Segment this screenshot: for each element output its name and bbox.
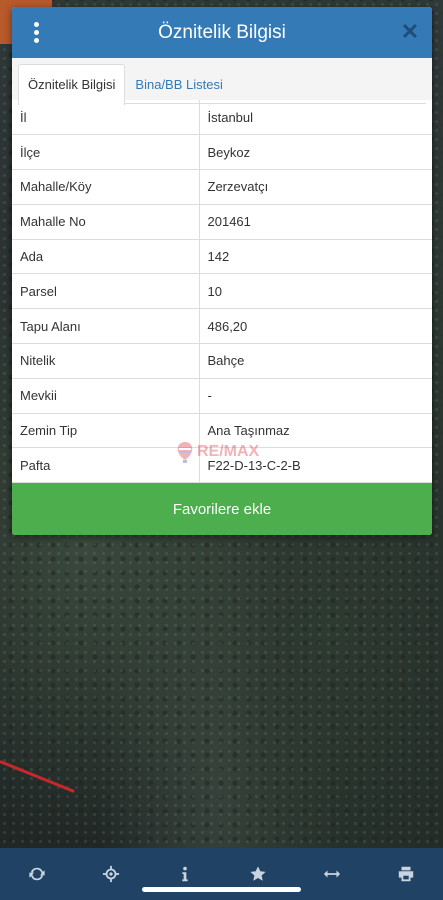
attribute-key: Zemin Tip <box>12 413 200 449</box>
attribute-value: 142 <box>199 239 432 275</box>
attribute-key: İlçe <box>12 134 200 171</box>
add-favorite-button[interactable]: Favorilere ekle <box>12 483 432 535</box>
table-row: Mevkii - <box>12 378 432 414</box>
attribute-table: İl İstanbul İlçe Beykoz Mahalle/Köy Zerzevatç… <box>12 100 432 484</box>
table-row: Parsel 10 <box>12 273 432 310</box>
tab-building-list[interactable]: Bina/BB Listesi <box>125 64 232 103</box>
attribute-value: 10 <box>199 273 432 310</box>
home-indicator[interactable] <box>142 887 301 892</box>
attribute-key: Pafta <box>12 447 200 484</box>
attribute-key: Parsel <box>12 273 200 310</box>
attribute-key: İl <box>12 100 200 136</box>
attribute-value: 201461 <box>199 204 432 240</box>
locate-icon[interactable] <box>91 854 131 894</box>
attribute-key: Tapu Alanı <box>12 308 200 345</box>
table-row: Mahalle/Köy Zerzevatçı <box>12 169 432 205</box>
table-row: Ada 142 <box>12 239 432 275</box>
attribute-value: 486,20 <box>199 308 432 345</box>
table-row: İl İstanbul <box>12 100 432 136</box>
attribute-key: Mevkii <box>12 378 200 414</box>
attribute-value: Zerzevatçı <box>199 169 432 205</box>
bottom-toolbar <box>0 848 443 900</box>
close-icon[interactable]: ✕ <box>400 20 420 44</box>
attribute-value: Bahçe <box>199 343 432 379</box>
attribute-value: İstanbul <box>199 100 432 136</box>
measure-icon[interactable] <box>312 854 352 894</box>
print-icon[interactable] <box>386 854 426 894</box>
attribute-value: F22-D-13-C-2-B <box>199 447 432 484</box>
attribute-key: Ada <box>12 239 200 275</box>
attribute-key: Nitelik <box>12 343 200 379</box>
table-row: Zemin Tip Ana Taşınmaz <box>12 413 432 449</box>
attribute-key: Mahalle No <box>12 204 200 240</box>
dialog-title: Öznitelik Bilgisi <box>158 21 286 43</box>
attribute-dialog: Öznitelik Bilgisi ✕ Öznitelik Bilgisi Bi… <box>12 7 432 535</box>
table-row: Tapu Alanı 486,20 <box>12 308 432 345</box>
table-row: Nitelik Bahçe <box>12 343 432 379</box>
refresh-icon[interactable] <box>17 854 57 894</box>
table-row: İlçe Beykoz <box>12 134 432 171</box>
attribute-value: Ana Taşınmaz <box>199 413 432 449</box>
table-row: Mahalle No 201461 <box>12 204 432 240</box>
attribute-value: - <box>199 378 432 414</box>
attribute-value: Beykoz <box>199 134 432 171</box>
table-row: Pafta F22-D-13-C-2-B <box>12 447 432 484</box>
tab-attribute-info[interactable]: Öznitelik Bilgisi <box>18 64 126 105</box>
kebab-menu-icon[interactable] <box>26 20 46 44</box>
attribute-key: Mahalle/Köy <box>12 169 200 205</box>
dialog-header: Öznitelik Bilgisi ✕ <box>12 7 432 58</box>
tab-bar: Öznitelik Bilgisi Bina/BB Listesi <box>12 58 432 105</box>
